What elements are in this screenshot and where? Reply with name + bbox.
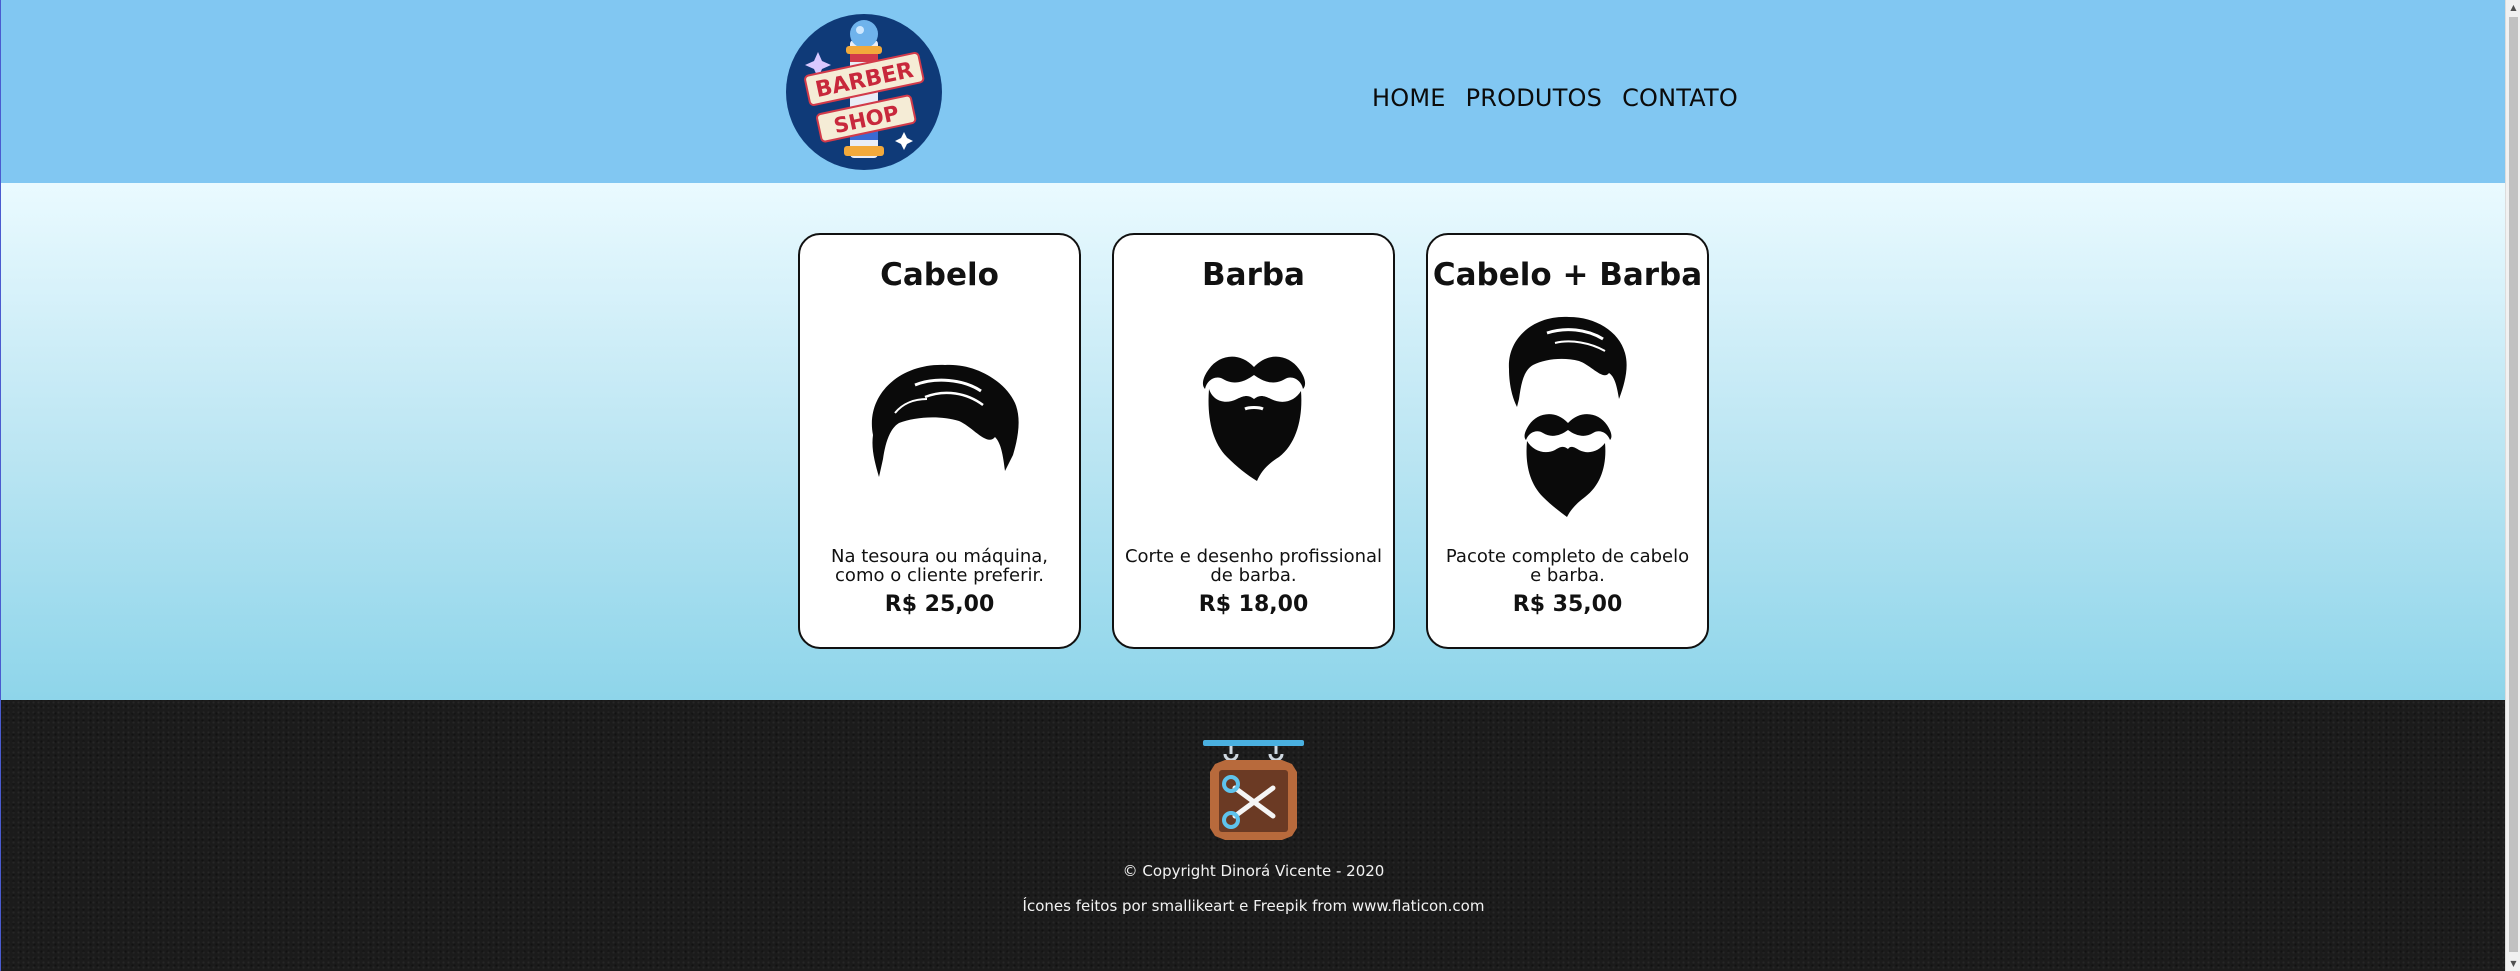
product-title: Barba [1202,257,1305,293]
product-price: R$ 18,00 [1198,592,1309,617]
hair-and-beard-icon [1508,316,1627,517]
site-header: BARBER SHOP HOME PRODUTOS CONTATO [1,0,2505,183]
beard-icon [1202,356,1305,481]
vertical-scrollbar[interactable]: ▲ ▼ [2505,0,2520,971]
products-section: Cabelo Na tesoura ou máquina, como o cli… [1,183,2505,700]
product-price: R$ 35,00 [1512,592,1623,617]
scrollbar-thumb[interactable] [2509,17,2518,952]
nav-contato[interactable]: CONTATO [1622,84,1738,112]
nav-produtos[interactable]: PRODUTOS [1466,84,1602,112]
nav-home[interactable]: HOME [1372,84,1446,112]
scroll-down-arrow-icon[interactable]: ▼ [2506,956,2520,971]
icon-credits-text: Ícones feitos por smallikeart e Freepik … [1022,897,1485,915]
product-card-cabelo-barba: Cabelo + Barba Pacote completo de cabelo… [1426,233,1709,649]
product-title: Cabelo [880,257,999,293]
barber-shop-logo[interactable]: BARBER SHOP [784,12,944,172]
product-description: Pacote completo de cabelo e barba. [1445,546,1690,586]
product-title: Cabelo + Barba [1432,257,1703,293]
product-description: Corte e desenho profissional de barba. [1124,546,1383,586]
product-card-barba: Barba Corte e desenho profissional de ba… [1112,233,1395,649]
hair-icon [871,364,1019,477]
product-card-cabelo: Cabelo Na tesoura ou máquina, como o cli… [798,233,1081,649]
page: BARBER SHOP HOME PRODUTOS CONTATO Cabelo… [0,0,2505,971]
copyright-text: © Copyright Dinorá Vicente - 2020 [1122,862,1385,880]
barber-sign-scissors-icon [1203,740,1304,840]
main-nav: HOME PRODUTOS CONTATO [1372,84,1738,112]
product-description: Na tesoura ou máquina, como o cliente pr… [830,546,1048,586]
scroll-up-arrow-icon[interactable]: ▲ [2506,0,2520,15]
site-footer: © Copyright Dinorá Vicente - 2020 Ícones… [1,700,2505,971]
product-price: R$ 25,00 [884,592,995,617]
